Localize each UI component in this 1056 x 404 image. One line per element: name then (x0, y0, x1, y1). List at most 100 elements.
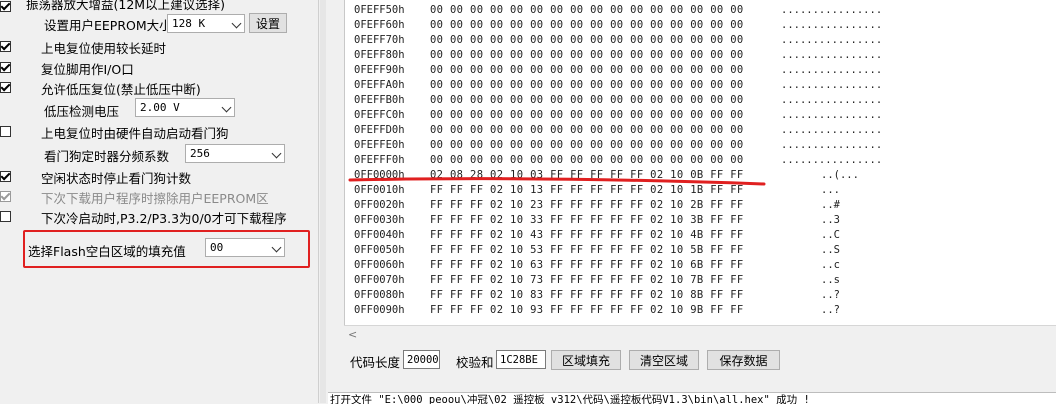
hex-ascii: ..3 (821, 214, 840, 226)
hex-row: 0FEFF80h 00 00 00 00 00 00 00 00 00 00 00… (345, 49, 1056, 64)
low-voltage-value: 2.00 V (140, 101, 180, 114)
hex-row: 0FF0020h FF FF FF 02 10 23 FF FF FF FF FF… (345, 199, 1056, 214)
hex-addr: 0FF0080h (354, 289, 405, 301)
hex-ascii: ................ (781, 139, 883, 151)
hex-row: 0FF0070h FF FF FF 02 10 73 FF FF FF FF FF… (345, 274, 1056, 289)
highlight-box (23, 230, 310, 268)
hex-bytes: 00 00 00 00 00 00 00 00 00 00 00 00 00 0… (430, 49, 744, 61)
options-panel: 振荡器放大增益(12M以上建议选择) 设置用户EEPROM大小 128 K 设置… (0, 0, 318, 403)
watchdog-prescaler-select[interactable]: 256 (185, 144, 285, 163)
hex-ascii: ................ (781, 79, 883, 91)
hex-bytes: 00 00 00 00 00 00 00 00 00 00 00 00 00 0… (430, 34, 744, 46)
panel-scrollbar[interactable] (320, 0, 326, 403)
hex-ascii: ................ (781, 109, 883, 121)
hex-ascii: ..C (821, 229, 840, 241)
hex-bytes: 00 00 00 00 00 00 00 00 00 00 00 00 00 0… (430, 79, 744, 91)
panel-divider (318, 0, 319, 403)
hex-row: 0FF0080h FF FF FF 02 10 83 FF FF FF FF FF… (345, 289, 1056, 304)
hex-ascii: ..s (821, 274, 840, 286)
hex-addr: 0FEFF70h (354, 34, 405, 46)
hex-row: 0FF0030h FF FF FF 02 10 33 FF FF FF FF FF… (345, 214, 1056, 229)
hex-ascii: ................ (781, 34, 883, 46)
hex-horizontal-scrollbar[interactable]: < (344, 325, 1056, 343)
hex-addr: 0FF0060h (354, 259, 405, 271)
low-voltage-reset-checkbox[interactable] (0, 82, 11, 93)
chevron-down-icon (221, 102, 232, 113)
hex-bytes: FF FF FF 02 10 83 FF FF FF FF FF 02 10 8… (430, 289, 744, 301)
hex-row: 0FF0060h FF FF FF 02 10 63 FF FF FF FF FF… (345, 259, 1056, 274)
hex-ascii: ..# (821, 199, 840, 211)
hex-bytes: 00 00 00 00 00 00 00 00 00 00 00 00 00 0… (430, 109, 744, 121)
hex-bytes: 00 00 00 00 00 00 00 00 00 00 00 00 00 0… (430, 94, 744, 106)
hex-addr: 0FF0020h (354, 199, 405, 211)
option-low-voltage-reset[interactable]: 允许低压复位(禁止低压中断) (0, 79, 201, 97)
hex-view[interactable]: 0FEFF50h 00 00 00 00 00 00 00 00 00 00 00… (344, 0, 1056, 325)
watchdog-prescaler-value: 256 (190, 147, 210, 160)
hex-addr: 0FF0050h (354, 244, 405, 256)
hex-addr: 0FEFF60h (354, 19, 405, 31)
hex-bytes: 00 00 00 00 00 00 00 00 00 00 00 00 00 0… (430, 154, 744, 166)
hex-bytes: 00 00 00 00 00 00 00 00 00 00 00 00 00 0… (430, 64, 744, 76)
cold-boot-download-label: 下次冷启动时,P3.2/P3.3为0/0才可下载程序 (41, 210, 287, 226)
power-on-delay-checkbox[interactable] (0, 41, 11, 52)
hex-row: 0FEFF60h 00 00 00 00 00 00 00 00 00 00 00… (345, 19, 1056, 34)
hex-ascii: ..(... (821, 169, 859, 181)
chevron-down-icon (271, 148, 282, 159)
hex-addr: 0FEFF50h (354, 4, 405, 16)
save-data-button[interactable]: 保存数据 (707, 350, 780, 370)
oscillator-gain-checkbox[interactable] (0, 0, 11, 12)
power-on-delay-label: 上电复位使用较长延时 (41, 40, 167, 56)
eeprom-set-button[interactable]: 设置 (249, 13, 287, 33)
hex-row: 0FF0040h FF FF FF 02 10 43 FF FF FF FF FF… (345, 229, 1056, 244)
hex-bytes: FF FF FF 02 10 33 FF FF FF FF FF 02 10 3… (430, 214, 744, 226)
red-underline (348, 177, 766, 186)
hex-row: 0FF0090h FF FF FF 02 10 93 FF FF FF FF FF… (345, 304, 1056, 319)
hex-row: 0FEFF70h 00 00 00 00 00 00 00 00 00 00 00… (345, 34, 1056, 49)
hex-ascii: ................ (781, 4, 883, 16)
code-length-field[interactable]: 20000 (403, 350, 440, 369)
hex-addr: 0FEFFC0h (354, 109, 405, 121)
hex-addr: 0FEFF80h (354, 49, 405, 61)
option-reset-pin-io[interactable]: 复位脚用作I/O口 (0, 59, 134, 77)
hex-ascii: ..? (821, 304, 840, 316)
hex-row: 0FEFF90h 00 00 00 00 00 00 00 00 00 00 00… (345, 64, 1056, 79)
code-length-label: 代码长度 (350, 355, 401, 370)
low-voltage-select[interactable]: 2.00 V (135, 98, 235, 117)
cold-boot-download-checkbox[interactable] (0, 211, 11, 222)
hex-bytes: 00 00 00 00 00 00 00 00 00 00 00 00 00 0… (430, 139, 744, 151)
hw-watchdog-label: 上电复位时由硬件自动启动看门狗 (41, 125, 229, 141)
hex-addr: 0FEFFB0h (354, 94, 405, 106)
hw-watchdog-checkbox[interactable] (0, 126, 11, 137)
log-text: 打开文件 "E:\000_peoou\冲冠\02_遥控板_v312\代码\遥控板… (330, 394, 810, 404)
option-cold-boot-download[interactable]: 下次冷启动时,P3.2/P3.3为0/0才可下载程序 (0, 208, 287, 226)
hex-ascii: ... (821, 184, 840, 196)
eeprom-size-select[interactable]: 128 K (167, 14, 245, 33)
hex-bytes: FF FF FF 02 10 43 FF FF FF FF FF 02 10 4… (430, 229, 744, 241)
hex-row: 0FEFFE0h 00 00 00 00 00 00 00 00 00 00 00… (345, 139, 1056, 154)
fill-region-button[interactable]: 区域填充 (551, 350, 621, 370)
hex-addr: 0FF0070h (354, 274, 405, 286)
erase-eeprom-label: 下次下载用户程序时擦除用户EEPROM区 (41, 190, 269, 206)
option-idle-stop-watchdog[interactable]: 空闲状态时停止看门狗计数 (0, 168, 192, 186)
hex-row: 0FEFFB0h 00 00 00 00 00 00 00 00 00 00 00… (345, 94, 1056, 109)
idle-stop-watchdog-label: 空闲状态时停止看门狗计数 (41, 170, 192, 186)
hex-ascii: ..? (821, 289, 840, 301)
clear-region-button[interactable]: 清空区域 (629, 350, 699, 370)
hex-bytes: 00 00 00 00 00 00 00 00 00 00 00 00 00 0… (430, 19, 744, 31)
watchdog-prescaler-label: 看门狗定时器分频系数 (44, 149, 170, 164)
option-hw-watchdog[interactable]: 上电复位时由硬件自动启动看门狗 (0, 123, 229, 141)
checksum-field[interactable]: 1C28BE (496, 350, 546, 369)
idle-stop-watchdog-checkbox[interactable] (0, 171, 11, 182)
option-power-on-delay[interactable]: 上电复位使用较长延时 (0, 38, 167, 56)
reset-pin-io-checkbox[interactable] (0, 62, 11, 73)
hex-bytes: 00 00 00 00 00 00 00 00 00 00 00 00 00 0… (430, 4, 744, 16)
chevron-down-icon (231, 18, 242, 29)
hex-ascii: ................ (781, 154, 883, 166)
hex-ascii: ................ (781, 64, 883, 76)
scroll-left-icon[interactable]: < (348, 328, 357, 341)
hex-addr: 0FF0030h (354, 214, 405, 226)
option-erase-eeprom[interactable]: 下次下载用户程序时擦除用户EEPROM区 (0, 188, 269, 206)
option-oscillator-gain[interactable]: 振荡器放大增益(12M以上建议选择) (0, 0, 225, 12)
hex-row: 0FEFFA0h 00 00 00 00 00 00 00 00 00 00 00… (345, 79, 1056, 94)
erase-eeprom-checkbox[interactable] (0, 191, 11, 202)
